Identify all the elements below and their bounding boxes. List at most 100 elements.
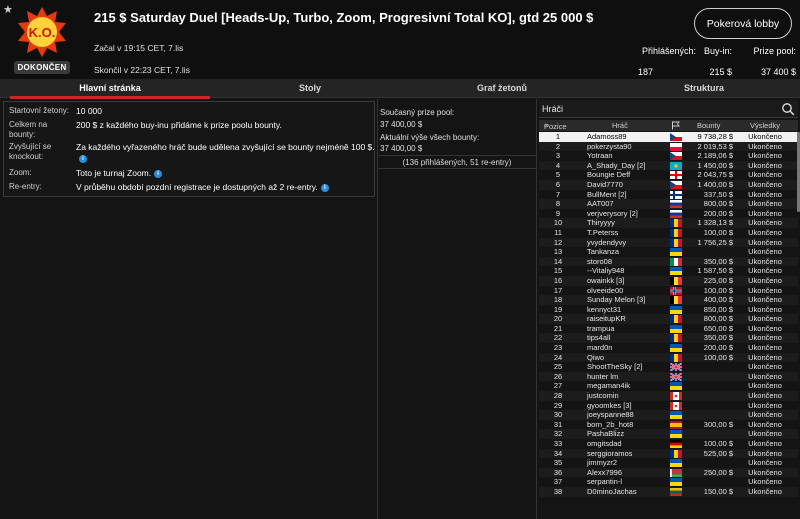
player-name-cell: serpantin-l (587, 477, 623, 487)
table-row[interactable]: 2 pokerzysta90 2 019,53 $ Ukončeno (539, 141, 798, 152)
players-table: 1 Adamoss89 9 738,28 $ Ukončeno 2 pokerzysta9… (539, 132, 798, 519)
player-name-cell: hunter lm (587, 371, 619, 381)
table-row[interactable]: 27 megaman4ik Ukončeno (539, 381, 798, 391)
table-row[interactable]: 11 T.Peterss 100,00 $ Ukončeno (539, 228, 798, 238)
tab-tables[interactable]: Stoly (210, 79, 410, 98)
result-cell: Ukončeno (748, 237, 782, 247)
table-row[interactable]: 30 joeyspanne88 Ukončeno (539, 410, 798, 420)
table-row[interactable]: 25 ShootTheSky [2] Ukončeno (539, 362, 798, 372)
table-row[interactable]: 4 A_Shady_Day [2] 1 450,00 $ Ukončeno (539, 160, 798, 171)
table-row[interactable]: 35 jimmyzr2 Ukončeno (539, 458, 798, 468)
table-row[interactable]: 14 storo08 350,00 $ Ukončeno (539, 256, 798, 267)
table-row[interactable]: 23 mard0n 200,00 $ Ukončeno (539, 343, 798, 353)
table-row[interactable]: 34 serggioramos 525,00 $ Ukončeno (539, 448, 798, 459)
starting-chips-label: Startovní žetony: (9, 106, 70, 115)
table-row[interactable]: 18 Sunday Melon [3] 400,00 $ Ukončeno (539, 295, 798, 305)
position-cell: 16 (553, 275, 563, 285)
ro-flag-icon (670, 219, 682, 228)
current-pool-value: 37 400,00 $ (380, 120, 423, 129)
table-row[interactable]: 37 serpantin-l Ukončeno (539, 477, 798, 487)
player-name-cell: yvydendyvy (587, 237, 627, 247)
reentry-label: Re-entry: (9, 182, 42, 191)
table-row[interactable]: 21 trampua 650,00 $ Ukončeno (539, 324, 798, 334)
info-icon[interactable]: i (154, 169, 163, 178)
table-row[interactable]: 36 Alexx7996 250,00 $ Ukončeno (539, 467, 798, 478)
position-cell: 13 (553, 247, 563, 257)
result-cell: Ukončeno (748, 362, 782, 372)
table-row[interactable]: 12 yvydendyvy 1 756,25 $ Ukončeno (539, 237, 798, 248)
table-row[interactable]: 6 David7770 1 400,00 $ Ukončeno (539, 179, 798, 190)
table-row[interactable]: 33 omgitsdad 100,00 $ Ukončeno (539, 439, 798, 449)
position-cell: 5 (555, 170, 561, 180)
bounty-cell: 2 019,53 $ (697, 141, 733, 151)
de-flag-icon (670, 440, 682, 448)
table-row[interactable]: 26 hunter lm Ukončeno (539, 371, 798, 382)
pl-flag-icon (670, 142, 682, 151)
table-row[interactable]: 32 PashaBlizz Ukončeno (539, 429, 798, 439)
table-row[interactable]: 3 Yotraan 2 189,06 $ Ukončeno (539, 151, 798, 161)
table-row[interactable]: 7 BullMent [2] 337,50 $ Ukončeno (539, 190, 798, 200)
table-row[interactable]: 29 gyoomkes [3] Ukončeno (539, 401, 798, 411)
result-cell: Ukončeno (748, 477, 782, 487)
tab-chip-graph[interactable]: Graf žetonů (402, 79, 602, 98)
player-name-cell: Thiryyyy (587, 218, 615, 228)
by-flag-icon (670, 468, 682, 477)
table-row[interactable]: 20 raiseitupKR 800,00 $ Ukončeno (539, 314, 798, 324)
flag-column-icon[interactable] (671, 121, 681, 130)
table-row[interactable]: 9 verjverysory [2] 200,00 $ Ukončeno (539, 209, 798, 219)
be-flag-icon (670, 276, 682, 285)
table-row[interactable]: 1 Adamoss89 9 738,28 $ Ukončeno (539, 132, 798, 142)
position-cell: 26 (553, 371, 563, 381)
poker-lobby-button[interactable]: Pokerová lobby (694, 8, 792, 39)
table-row[interactable]: 13 Tankanza Ukončeno (539, 247, 798, 257)
table-row[interactable]: 5 Boungie Deff 2 043,75 $ Ukončeno (539, 170, 798, 180)
search-icon[interactable] (781, 102, 795, 116)
info-icon[interactable]: i (320, 183, 329, 192)
position-cell: 17 (553, 285, 563, 295)
registered-label: Přihlášených: (641, 46, 696, 56)
player-name-cell: tips4all (587, 333, 611, 343)
player-name-cell: Sunday Melon [3] (587, 295, 646, 305)
ro-flag-icon (670, 334, 682, 343)
result-cell: Ukončeno (748, 371, 782, 381)
lt-flag-icon (670, 487, 682, 496)
player-name-cell: Alexx7996 (587, 467, 623, 477)
position-cell: 11 (554, 227, 562, 237)
tab-main[interactable]: Hlavní stránka (10, 79, 210, 99)
bounty-cell: 150,00 $ (703, 486, 733, 496)
start-time: Začal v 19:15 CET, 7.lis (94, 43, 184, 53)
player-search-input[interactable] (542, 102, 772, 116)
tab-bar: Hlavní stránka Stoly Graf žetonů Struktu… (0, 79, 800, 99)
position-cell: 9 (555, 208, 561, 218)
ca-flag-icon (670, 401, 682, 410)
table-row[interactable]: 38 D0minoJachas 150,00 $ Ukončeno (539, 486, 798, 497)
bounty-cell: 350,00 $ (703, 333, 733, 343)
page-title: 215 $ Saturday Duel [Heads-Up, Turbo, Zo… (94, 10, 594, 25)
col-header-results[interactable]: Výsledky (750, 121, 780, 130)
buyin-value: 215 $ (709, 67, 732, 77)
table-row[interactable]: 10 Thiryyyy 1 328,13 $ Ukončeno (539, 218, 798, 228)
ua-flag-icon (670, 382, 682, 391)
table-row[interactable]: 16 owainkk [3] 225,00 $ Ukončeno (539, 275, 798, 286)
table-row[interactable]: 17 olveeide00 100,00 $ Ukončeno (539, 286, 798, 296)
player-name-cell: D0minoJachas (587, 486, 637, 496)
table-row[interactable]: 28 justcomin Ukončeno (539, 391, 798, 401)
ua-flag-icon (670, 248, 682, 257)
position-cell: 21 (553, 323, 563, 333)
bounty-cell: 250,00 $ (703, 467, 733, 477)
bounty-cell: 100,00 $ (703, 352, 733, 362)
col-header-bounty[interactable]: Bounty (697, 121, 720, 130)
table-row[interactable]: 15 --Vitaliy948 1 587,50 $ Ukončeno (539, 266, 798, 276)
table-row[interactable]: 24 Qiwo 100,00 $ Ukončeno (539, 352, 798, 363)
result-cell: Ukončeno (748, 227, 782, 237)
tab-structure[interactable]: Struktura (604, 79, 800, 98)
table-row[interactable]: 31 born_2b_hot8 300,00 $ Ukončeno (539, 420, 798, 430)
favorite-star-icon[interactable]: ★ (3, 3, 13, 16)
info-icon[interactable]: i (79, 154, 87, 163)
table-row[interactable]: 8 AAT007 800,00 $ Ukončeno (539, 199, 798, 209)
increasing-bounty-value: Za každého vyřazeného hráč bude udělena … (76, 142, 375, 163)
table-row[interactable]: 19 kennyct31 850,00 $ Ukončeno (539, 305, 798, 315)
table-row[interactable]: 22 tips4all 350,00 $ Ukončeno (539, 333, 798, 344)
player-name-cell: born_2b_hot8 (587, 419, 634, 429)
col-header-player[interactable]: Hráč (612, 121, 628, 130)
